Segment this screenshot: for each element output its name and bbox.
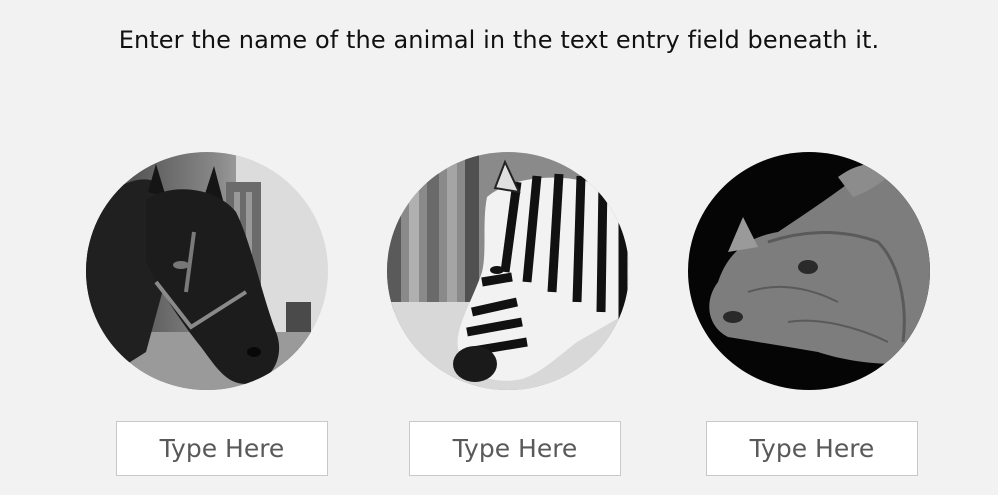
- zebra-image: [387, 152, 629, 390]
- horse-image: [86, 152, 328, 390]
- horse-answer-input[interactable]: [116, 421, 328, 476]
- instruction-text: Enter the name of the animal in the text…: [118, 26, 880, 54]
- rhino-answer-input[interactable]: [706, 421, 918, 476]
- zebra-answer-input[interactable]: [409, 421, 621, 476]
- rhino-image: [688, 152, 930, 390]
